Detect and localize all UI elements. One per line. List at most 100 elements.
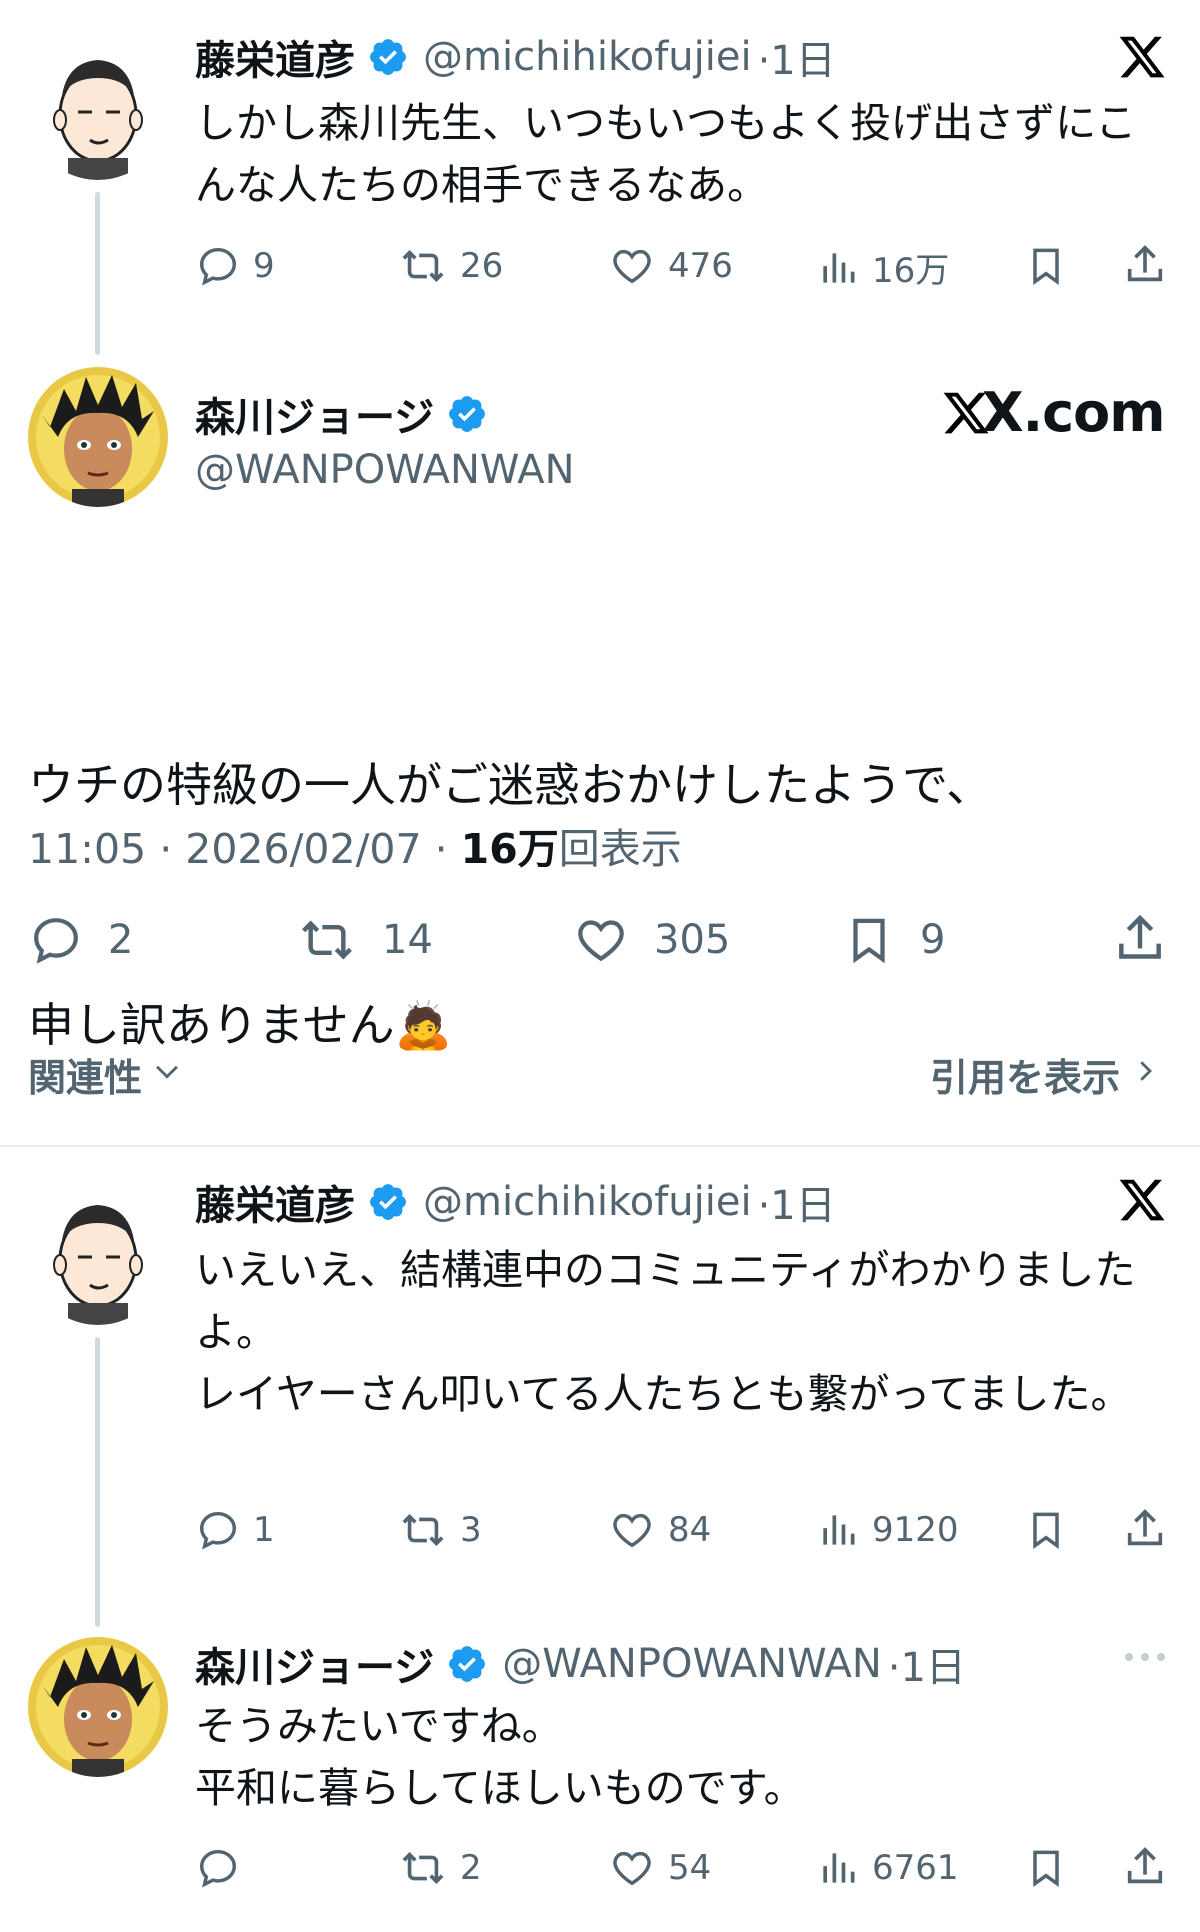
verified-badge-icon xyxy=(367,1181,409,1223)
retweet-icon xyxy=(398,1845,448,1891)
author-name[interactable]: 藤栄道彦 xyxy=(195,28,355,86)
reply-count: 2 xyxy=(108,917,134,963)
bowing-emoji: 🙇 xyxy=(394,998,452,1052)
reply-icon xyxy=(195,243,241,289)
views-button[interactable]: 16万 xyxy=(816,243,949,292)
author-handle[interactable]: @michihikofujiei xyxy=(423,1179,752,1225)
heart-icon xyxy=(608,243,656,289)
share-icon[interactable] xyxy=(1122,241,1168,293)
tweet-meta: 11:05 · 2026/02/07 · 16万回表示 xyxy=(28,815,682,875)
views-count: 6761 xyxy=(872,1848,959,1888)
tweet-age[interactable]: ·1日 xyxy=(758,1173,836,1231)
reply-icon xyxy=(28,912,84,968)
retweet-count: 26 xyxy=(460,246,504,286)
sort-label: 関連性 xyxy=(28,1056,143,1100)
like-count: 54 xyxy=(668,1848,712,1888)
verified-badge-icon xyxy=(446,393,488,435)
heart-icon xyxy=(572,912,630,968)
reply-button[interactable] xyxy=(195,1845,253,1891)
site-domain: X.com xyxy=(982,381,1166,444)
share-icon[interactable] xyxy=(1122,1505,1168,1557)
views-label: 回表示 xyxy=(558,825,682,873)
tweet-timestamp[interactable]: 11:05 · 2026/02/07 · xyxy=(28,825,461,873)
author-name[interactable]: 森川ジョージ xyxy=(195,1635,434,1693)
tweet-text: いえいえ、結構連中のコミュニティがわかりました よ。 レイヤーさん叩いてる人たち… xyxy=(195,1246,1136,1418)
verified-badge-icon xyxy=(446,1643,488,1685)
bookmark-icon[interactable] xyxy=(1024,1507,1068,1557)
chevron-down-icon xyxy=(150,1053,184,1097)
avatar-fujiei[interactable] xyxy=(28,40,168,180)
main-tweet: 森川ジョージ @WANPOWANWAN X.com ウチの特級の一人がご迷惑おか… xyxy=(0,355,1200,1145)
tweet-text-line1: ウチの特級の一人がご迷惑おかけしたようで、 xyxy=(28,758,993,812)
tweet-text: しかし森川先生、いつもいつもよく投げ出さずにこんな人たちの相手できるなあ。 xyxy=(195,99,1137,209)
author-handle[interactable]: @WANPOWANWAN xyxy=(502,1641,882,1687)
retweet-count: 2 xyxy=(460,1848,482,1888)
retweet-count: 14 xyxy=(382,917,433,963)
retweet-button[interactable]: 14 xyxy=(296,912,433,968)
thread-line xyxy=(95,192,100,355)
reply-count: 1 xyxy=(253,1510,275,1550)
retweet-count: 3 xyxy=(460,1510,482,1550)
bookmark-icon[interactable] xyxy=(1024,243,1068,293)
analytics-icon xyxy=(816,1507,860,1553)
retweet-icon xyxy=(398,243,448,289)
like-button[interactable]: 305 xyxy=(572,912,730,968)
views-button[interactable]: 6761 xyxy=(816,1845,959,1891)
tweet-text: ウチの特級の一人がご迷惑おかけしたようで、 申し訳ありません🙇 xyxy=(28,585,1168,1225)
retweet-button[interactable]: 26 xyxy=(398,243,503,289)
author-name[interactable]: 森川ジョージ xyxy=(195,385,434,443)
tweet-reply-1[interactable]: 藤栄道彦 @michihikofujiei ·1日 しかし森川先生、いつもいつも… xyxy=(0,0,1200,355)
tweet-age[interactable]: ·1日 xyxy=(758,28,836,86)
chevron-right-icon xyxy=(1130,1053,1160,1097)
heart-icon xyxy=(608,1845,656,1891)
view-quotes-link[interactable]: 引用を表示 xyxy=(930,1047,1160,1102)
tweet-reply-2[interactable]: 藤栄道彦 @michihikofujiei ·1日 いえいえ、結構連中のコミュニ… xyxy=(0,1147,1200,1627)
more-options-icon[interactable] xyxy=(1122,1649,1168,1668)
thread-line xyxy=(95,1337,100,1627)
views-count: 16万 xyxy=(872,251,950,291)
retweet-button[interactable]: 2 xyxy=(398,1845,482,1891)
bookmark-count: 9 xyxy=(920,917,946,963)
reply-icon xyxy=(195,1845,241,1891)
share-icon[interactable] xyxy=(1112,910,1168,972)
share-icon[interactable] xyxy=(1122,1843,1168,1895)
analytics-icon xyxy=(816,1845,860,1891)
x-logo-icon xyxy=(1116,1175,1168,1229)
tweet-text: そうみたいですね。 平和に暮らしてほしいものです。 xyxy=(195,1702,805,1812)
reply-button[interactable]: 1 xyxy=(195,1507,275,1553)
retweet-icon xyxy=(296,912,358,968)
avatar-fujiei[interactable] xyxy=(28,1185,168,1325)
reply-button[interactable]: 2 xyxy=(28,912,133,968)
like-button[interactable]: 476 xyxy=(608,243,733,289)
author-handle[interactable]: @michihikofujiei xyxy=(423,34,752,80)
sort-dropdown[interactable]: 関連性 xyxy=(28,1047,184,1102)
analytics-icon xyxy=(816,245,860,291)
reply-count: 9 xyxy=(253,246,275,286)
retweet-icon xyxy=(398,1507,448,1553)
author-name[interactable]: 藤栄道彦 xyxy=(195,1173,355,1231)
bookmark-icon xyxy=(842,912,896,968)
tweet-age[interactable]: ·1日 xyxy=(888,1635,966,1693)
like-button[interactable]: 84 xyxy=(608,1507,711,1553)
site-label: X.com xyxy=(940,381,1166,444)
like-count: 476 xyxy=(668,246,733,286)
avatar-morikawa[interactable] xyxy=(28,367,168,507)
bookmark-button[interactable]: 9 xyxy=(842,912,945,968)
reply-icon xyxy=(195,1507,241,1553)
like-count: 84 xyxy=(668,1510,712,1550)
author-handle[interactable]: @WANPOWANWAN xyxy=(195,447,575,493)
avatar-morikawa[interactable] xyxy=(28,1637,168,1777)
like-count: 305 xyxy=(654,917,731,963)
heart-icon xyxy=(608,1507,656,1553)
x-logo-icon xyxy=(1116,32,1168,86)
tweet-text-line2: 申し訳ありません xyxy=(28,998,395,1052)
retweet-button[interactable]: 3 xyxy=(398,1507,482,1553)
like-button[interactable]: 54 xyxy=(608,1845,711,1891)
quotes-label: 引用を表示 xyxy=(930,1056,1121,1100)
views-button[interactable]: 9120 xyxy=(816,1507,959,1553)
views-count: 16万 xyxy=(460,825,559,873)
reply-button[interactable]: 9 xyxy=(195,243,275,289)
tweet-reply-3[interactable]: 森川ジョージ @WANPOWANWAN ·1日 そうみたいですね。 平和に暮らし… xyxy=(0,1627,1200,1932)
bookmark-icon[interactable] xyxy=(1024,1845,1068,1895)
views-count: 9120 xyxy=(872,1510,959,1550)
